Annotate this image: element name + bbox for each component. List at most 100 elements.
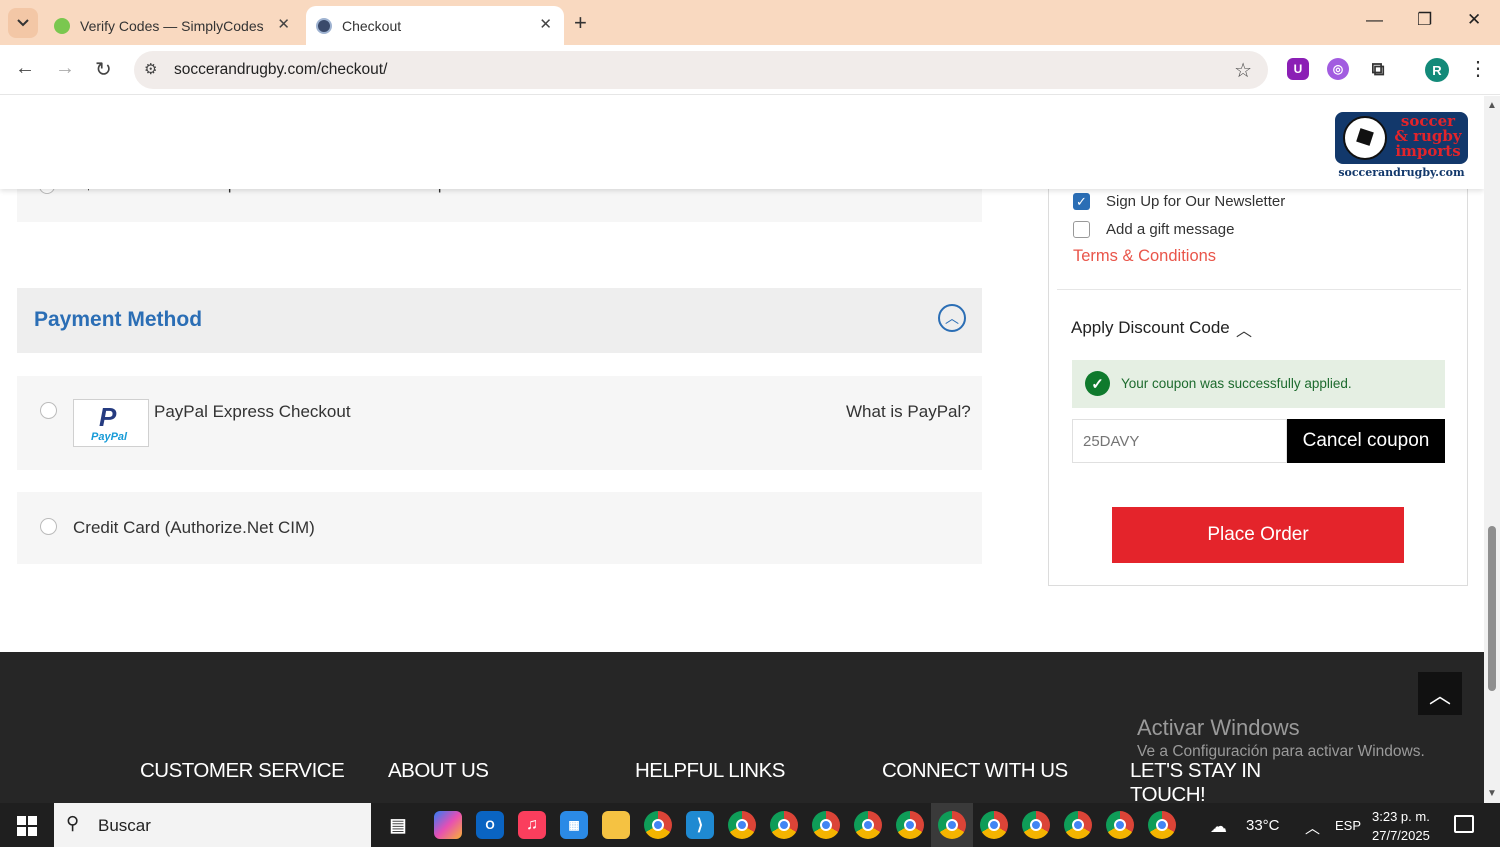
newsletter-checkbox[interactable]: ✓	[1073, 193, 1090, 210]
gift-message-checkbox[interactable]	[1073, 221, 1090, 238]
windows-taskbar: ⚲ Buscar ▤ O ♫ ▦ ⟩ ☁ 33°C ︿ ESP 3:23 p. …	[0, 803, 1500, 847]
temperature-text[interactable]: 33°C	[1246, 817, 1280, 834]
url-text[interactable]: soccerandrugby.com/checkout/	[174, 61, 387, 79]
weather-icon[interactable]: ☁	[1210, 817, 1227, 837]
tray-overflow-chevron-icon[interactable]: ︿	[1305, 817, 1320, 838]
tab-checkout[interactable]: Checkout ✕	[306, 6, 564, 45]
close-window-icon[interactable]: ✕	[1467, 10, 1481, 30]
taskbar-search[interactable]: ⚲ Buscar	[54, 803, 371, 847]
payment-method-header[interactable]: Payment Method ︿	[17, 288, 982, 353]
browser-tab-strip: Verify Codes — SimplyCodes ✕ Checkout ✕ …	[0, 0, 1500, 45]
credit-card-radio[interactable]	[40, 518, 57, 535]
paypal-label: PayPal Express Checkout	[154, 402, 351, 421]
place-order-button[interactable]: Place Order	[1112, 507, 1404, 563]
order-summary-sidebar: ✓ Sign Up for Our Newsletter Add a gift …	[1048, 176, 1468, 586]
close-tab-icon[interactable]: ✕	[277, 15, 290, 33]
check-circle-icon: ✓	[1085, 371, 1110, 396]
clock-date: 27/7/2025	[1372, 828, 1430, 843]
collapse-chevron-up-icon[interactable]: ︿	[938, 304, 966, 332]
task-view-icon[interactable]: ▤	[384, 811, 412, 839]
coupon-success-message: ✓ Your coupon was successfully applied.	[1072, 360, 1445, 408]
paypal-radio[interactable]	[40, 402, 57, 419]
ublock-extension-icon[interactable]: U	[1287, 58, 1309, 80]
what-is-paypal-link[interactable]: What is PayPal?	[846, 402, 971, 422]
chrome-profile-extra-icon[interactable]	[1148, 811, 1176, 839]
taskbar-clock[interactable]: 3:23 p. m. 27/7/2025	[1372, 807, 1430, 845]
site-logo[interactable]: soccer & rugby imports soccerandrugby.co…	[1335, 112, 1468, 182]
chrome-profile-n-icon[interactable]	[770, 811, 798, 839]
chrome-profile-m-icon[interactable]	[854, 811, 882, 839]
input-language[interactable]: ESP	[1335, 818, 1361, 833]
bookmark-star-icon[interactable]: ☆	[1234, 58, 1252, 83]
payment-option-credit-card[interactable]: Credit Card (Authorize.Net CIM)	[17, 492, 982, 564]
footer-about-us[interactable]: ABOUT US	[388, 759, 489, 783]
site-info-icon[interactable]: ⚙	[144, 60, 157, 78]
credit-card-label: Credit Card (Authorize.Net CIM)	[73, 518, 315, 537]
tab-simplycodes[interactable]: Verify Codes — SimplyCodes ✕	[44, 6, 302, 45]
reload-icon[interactable]: ↻	[95, 57, 112, 82]
footer-customer-service[interactable]: CUSTOMER SERVICE	[140, 759, 345, 783]
chrome-profile-r2-icon[interactable]	[1022, 811, 1050, 839]
address-bar[interactable]: ⚙ soccerandrugby.com/checkout/ ☆	[134, 51, 1268, 89]
scrollbar-thumb[interactable]	[1488, 526, 1496, 691]
discount-code-toggle[interactable]: Apply Discount Code	[1071, 318, 1230, 338]
gift-message-label: Add a gift message	[1106, 221, 1235, 238]
windows-activation-watermark: Activar Windows Ve a Configuración para …	[1137, 715, 1425, 760]
logo-domain: soccerandrugby.com	[1338, 166, 1465, 179]
chevron-down-icon	[17, 19, 29, 27]
site-favicon-icon	[316, 17, 332, 34]
minimize-icon[interactable]: —	[1366, 10, 1383, 30]
paypal-p-icon: P	[99, 402, 117, 432]
restore-icon[interactable]: ❐	[1417, 10, 1432, 30]
payment-method-title: Payment Method	[34, 308, 203, 331]
browser-toolbar: ← → ↻ ⚙ soccerandrugby.com/checkout/ ☆ U…	[0, 45, 1500, 95]
page-viewport: $0.00 Store Pickup with Locator Store Pi…	[0, 96, 1484, 803]
chrome-profile-d-icon[interactable]	[1106, 811, 1134, 839]
chrome-profile-s-icon[interactable]	[728, 811, 756, 839]
chrome-profile-r-icon[interactable]	[938, 811, 966, 839]
close-tab-icon[interactable]: ✕	[539, 15, 552, 33]
tab-search-button[interactable]	[8, 8, 38, 38]
scroll-up-arrow-icon[interactable]: ▲	[1487, 100, 1497, 111]
chevron-up-icon[interactable]: ︿	[1236, 317, 1252, 341]
windows-start-icon[interactable]	[17, 816, 37, 836]
footer-helpful-links[interactable]: HELPFUL LINKS	[635, 759, 785, 783]
chrome-profile-s2-icon[interactable]	[1064, 811, 1092, 839]
tab-title: Checkout	[342, 17, 402, 34]
extension-icon[interactable]: ◎	[1327, 58, 1349, 80]
site-header: soccer & rugby imports soccerandrugby.co…	[0, 96, 1484, 189]
coupon-code-input[interactable]	[1072, 419, 1287, 463]
scroll-down-arrow-icon[interactable]: ▼	[1487, 788, 1497, 799]
footer-connect-with-us[interactable]: CONNECT WITH US	[882, 759, 1068, 783]
notification-center-icon[interactable]	[1454, 815, 1474, 833]
paypal-logo-text: PayPal	[91, 431, 128, 443]
page-scrollbar[interactable]: ▲ ▼	[1484, 96, 1500, 803]
outlook-icon[interactable]: O	[476, 811, 504, 839]
back-icon[interactable]: ←	[15, 57, 35, 80]
back-to-top-chevron-icon[interactable]: ︿	[1418, 672, 1462, 715]
chrome-profile-e-icon[interactable]	[896, 811, 924, 839]
clock-time: 3:23 p. m.	[1372, 809, 1430, 824]
chrome-icon[interactable]	[644, 811, 672, 839]
new-tab-button[interactable]: +	[574, 10, 587, 36]
profile-avatar[interactable]: R	[1425, 58, 1449, 82]
ms-store-icon[interactable]: ▦	[560, 811, 588, 839]
payment-option-paypal[interactable]: P PayPal PayPal Express Checkout What is…	[17, 376, 982, 470]
vscode-icon[interactable]: ⟩	[686, 811, 714, 839]
puzzle-extensions-icon[interactable]: ⧉	[1367, 58, 1389, 80]
success-text: Your coupon was successfully applied.	[1121, 376, 1352, 391]
footer-stay-in-touch[interactable]: LET'S STAY IN TOUCH!	[1130, 759, 1290, 803]
simplycodes-favicon-icon	[54, 17, 70, 34]
more-menu-icon[interactable]: ⋮	[1468, 56, 1488, 81]
chrome-profile-i-icon[interactable]	[980, 811, 1008, 839]
search-icon: ⚲	[66, 813, 80, 833]
music-app-icon[interactable]: ♫	[518, 811, 546, 839]
cancel-coupon-button[interactable]: Cancel coupon	[1287, 419, 1445, 463]
copilot-icon[interactable]	[434, 811, 462, 839]
paypal-logo: P PayPal	[73, 399, 149, 447]
file-explorer-icon[interactable]	[602, 811, 630, 839]
chrome-profile-c-icon[interactable]	[812, 811, 840, 839]
logo-wordmark: soccer & rugby imports	[1394, 112, 1462, 160]
forward-icon[interactable]: →	[55, 57, 75, 80]
terms-conditions-link[interactable]: Terms & Conditions	[1073, 247, 1216, 266]
